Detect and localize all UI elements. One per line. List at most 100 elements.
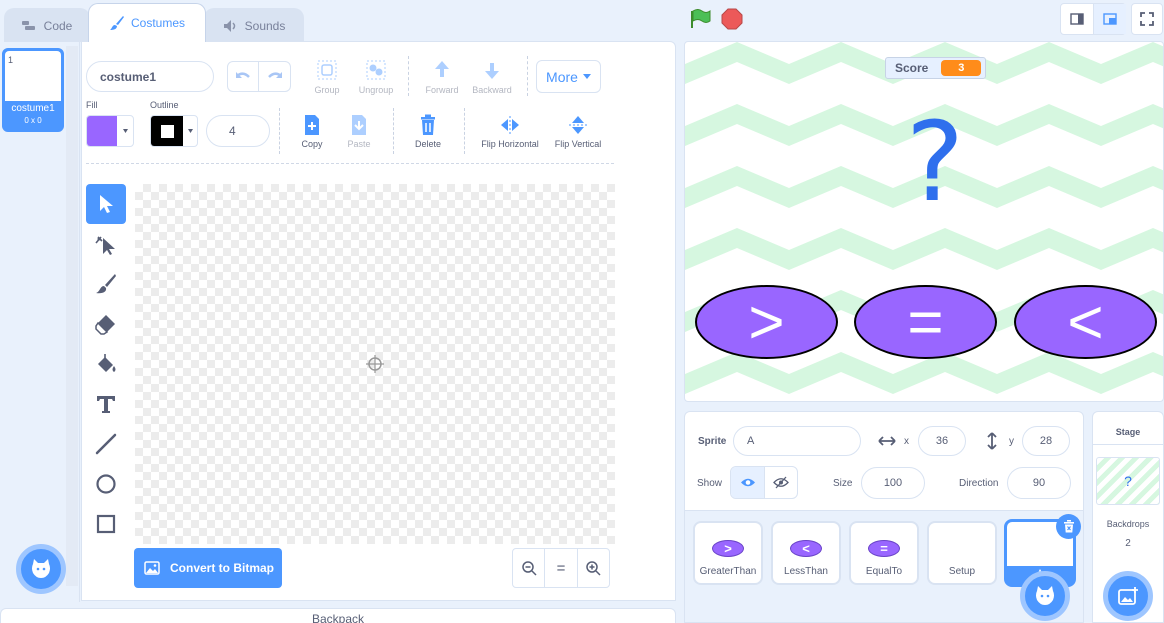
hide-sprite-button[interactable] — [765, 467, 797, 498]
costume-list-scrollbar[interactable] — [66, 46, 78, 586]
paint-canvas[interactable] — [135, 184, 615, 544]
costume-name-input[interactable]: costume1 — [86, 61, 214, 92]
reshape-tool[interactable] — [86, 224, 126, 264]
flip-horizontal-label: Flip Horizontal — [481, 139, 539, 149]
sprite-card-equalto[interactable]: = EqualTo — [849, 521, 919, 585]
direction-input[interactable]: 90 — [1007, 467, 1071, 499]
sprite-name-input[interactable]: A — [733, 426, 861, 456]
equal-to-sprite[interactable]: = — [854, 285, 997, 359]
tab-code-label: Code — [43, 18, 73, 33]
caret-down-icon — [582, 74, 591, 79]
backward-button[interactable]: Backward — [468, 58, 516, 95]
text-tool[interactable] — [86, 384, 126, 424]
add-backdrop-icon — [1118, 587, 1138, 605]
redo-button[interactable] — [259, 62, 290, 91]
cat-add-icon — [1036, 586, 1054, 605]
select-tool[interactable] — [86, 184, 126, 224]
image-icon — [144, 561, 160, 575]
backdrops-label: Backdrops — [1106, 519, 1150, 529]
forward-icon — [435, 61, 449, 77]
question-mark: ? — [905, 98, 965, 226]
group-button[interactable]: Group — [309, 58, 345, 95]
speaker-icon — [223, 19, 235, 32]
more-label: More — [546, 68, 578, 85]
toolbar-divider — [86, 163, 614, 164]
stage-thumbnail[interactable]: ? — [1096, 457, 1160, 505]
backpack[interactable]: Backpack — [0, 608, 676, 623]
tab-sounds-label: Sounds — [244, 18, 286, 33]
undo-button[interactable] — [228, 62, 260, 91]
circle-icon — [96, 474, 116, 494]
delete-label: Delete — [414, 139, 441, 149]
forward-button[interactable]: Forward — [420, 58, 464, 95]
sprite-card-setup[interactable]: Setup — [927, 521, 997, 585]
fill-color-picker[interactable] — [86, 115, 134, 147]
zoom-in-button[interactable] — [578, 549, 609, 587]
backward-icon — [485, 63, 499, 79]
y-input[interactable]: 28 — [1022, 426, 1070, 456]
large-stage-button[interactable] — [1093, 4, 1126, 34]
undo-redo-group — [227, 61, 291, 92]
costume-item[interactable]: 1 costume1 0 x 0 — [2, 48, 64, 132]
forward-label: Forward — [425, 85, 459, 95]
copy-button[interactable]: Copy — [296, 114, 328, 149]
greater-than-sprite[interactable]: > — [695, 285, 838, 359]
delete-button[interactable]: Delete — [411, 114, 445, 149]
choose-sprite-button[interactable] — [1020, 571, 1070, 621]
costume-list: 1 costume1 0 x 0 — [0, 42, 80, 602]
paste-button[interactable]: Paste — [342, 114, 376, 149]
green-flag-icon[interactable] — [689, 9, 711, 29]
size-input[interactable]: 100 — [861, 467, 925, 499]
delete-sprite-button[interactable] — [1056, 514, 1081, 539]
outline-width-input[interactable]: 4 — [206, 115, 270, 147]
show-label: Show — [697, 478, 723, 489]
small-stage-button[interactable] — [1061, 4, 1093, 34]
zoom-out-button[interactable] — [513, 549, 546, 587]
direction-label: Direction — [959, 478, 999, 489]
convert-label: Convert to Bitmap — [170, 561, 275, 575]
text-icon — [97, 396, 115, 413]
show-sprite-button[interactable] — [731, 467, 765, 498]
tab-sounds[interactable]: Sounds — [204, 8, 304, 42]
vertical-arrows-icon — [987, 432, 997, 450]
undo-icon — [236, 71, 250, 78]
less-than-sprite[interactable]: < — [1014, 285, 1157, 359]
fill-tool[interactable] — [86, 344, 126, 384]
brush-tool[interactable] — [86, 264, 126, 304]
sprite-card-lessthan[interactable]: < LessThan — [771, 521, 841, 585]
copy-icon — [305, 115, 319, 135]
x-input[interactable]: 36 — [918, 426, 966, 456]
rectangle-tool[interactable] — [86, 504, 126, 544]
caret-down-icon — [122, 129, 128, 133]
stage-title: Stage — [1115, 427, 1141, 437]
circle-tool[interactable] — [86, 464, 126, 504]
more-button[interactable]: More — [536, 60, 601, 93]
outline-color-picker[interactable] — [150, 115, 198, 147]
tab-costumes[interactable]: Costumes — [88, 3, 206, 42]
choose-backdrop-button[interactable] — [1103, 571, 1153, 621]
eraser-tool[interactable] — [86, 304, 126, 344]
ungroup-button[interactable]: Ungroup — [354, 58, 398, 95]
score-monitor[interactable]: Score 3 — [885, 57, 986, 79]
fullscreen-button[interactable] — [1131, 3, 1163, 35]
flip-vertical-button[interactable]: Flip Vertical — [550, 114, 606, 149]
fill-swatch — [87, 116, 117, 146]
stop-icon[interactable] — [721, 8, 743, 30]
stage-canvas[interactable]: Score 3 ? > = < — [684, 41, 1164, 402]
costume-item-name: costume1 — [11, 103, 55, 114]
convert-to-bitmap-button[interactable]: Convert to Bitmap — [134, 548, 282, 588]
trash-icon — [1063, 520, 1074, 533]
outline-swatch — [151, 116, 183, 146]
flip-horizontal-button[interactable]: Flip Horizontal — [476, 114, 544, 149]
code-icon — [21, 20, 35, 30]
redo-icon — [267, 71, 282, 78]
choose-costume-button[interactable] — [16, 544, 66, 594]
sprite-card-greaterthan[interactable]: > GreaterThan — [693, 521, 763, 585]
trash-icon — [421, 114, 435, 135]
zoom-out-icon — [521, 561, 537, 576]
zoom-reset-button[interactable]: = — [545, 549, 578, 587]
line-tool[interactable] — [86, 424, 126, 464]
tab-code[interactable]: Code — [4, 8, 90, 42]
sprite-thumb-equalto: = — [868, 540, 900, 557]
crosshair-icon — [366, 355, 384, 373]
